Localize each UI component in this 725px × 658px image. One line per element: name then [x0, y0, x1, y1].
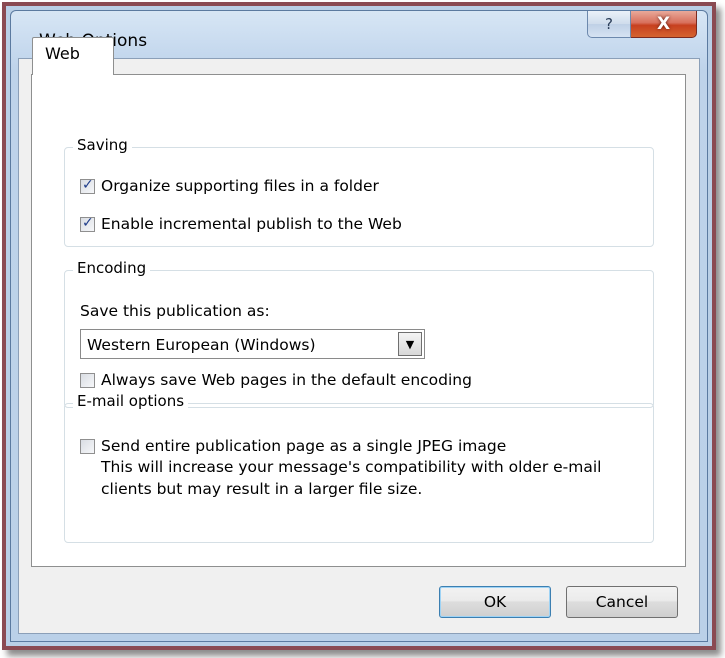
tab-web-label: Web	[45, 44, 80, 63]
jpeg-checkbox[interactable]	[80, 438, 95, 454]
incremental-label: Enable incremental publish to the Web	[101, 215, 402, 233]
incremental-row[interactable]: Enable incremental publish to the Web	[80, 215, 402, 233]
organize-label: Organize supporting files in a folder	[101, 177, 379, 195]
ok-button[interactable]: OK	[439, 586, 551, 618]
always-default-label: Always save Web pages in the default enc…	[101, 371, 472, 389]
encoding-select[interactable]: Western European (Windows) ▼	[80, 329, 425, 359]
caption-buttons: ? X	[587, 11, 697, 41]
jpeg-label: Send entire publication page as a single…	[101, 437, 507, 455]
dropdown-arrow-icon[interactable]: ▼	[398, 332, 422, 356]
encoding-group-label: Encoding	[73, 259, 151, 277]
encoding-select-value: Western European (Windows)	[87, 336, 316, 354]
organize-checkbox[interactable]	[80, 177, 95, 194]
close-button[interactable]: X	[631, 11, 697, 38]
jpeg-row[interactable]: Send entire publication page as a single…	[80, 437, 506, 455]
incremental-checkbox[interactable]	[80, 215, 95, 232]
saving-group-label: Saving	[73, 136, 132, 154]
save-as-label: Save this publication as:	[80, 302, 270, 320]
tab-web[interactable]: Web	[32, 37, 114, 75]
always-default-checkbox[interactable]	[80, 372, 95, 388]
email-description-line2: clients but may result in a larger file …	[101, 480, 423, 498]
help-button[interactable]: ?	[587, 11, 631, 38]
cancel-button[interactable]: Cancel	[566, 586, 678, 618]
email-description-line1: This will increase your message's compat…	[101, 458, 602, 476]
close-icon: X	[656, 14, 671, 34]
tab-panel-web: Saving Organize supporting files in a fo…	[31, 74, 686, 567]
email-group-label: E-mail options	[73, 392, 189, 410]
organize-row[interactable]: Organize supporting files in a folder	[80, 177, 379, 195]
help-icon: ?	[605, 15, 613, 33]
always-default-row[interactable]: Always save Web pages in the default enc…	[80, 371, 472, 389]
